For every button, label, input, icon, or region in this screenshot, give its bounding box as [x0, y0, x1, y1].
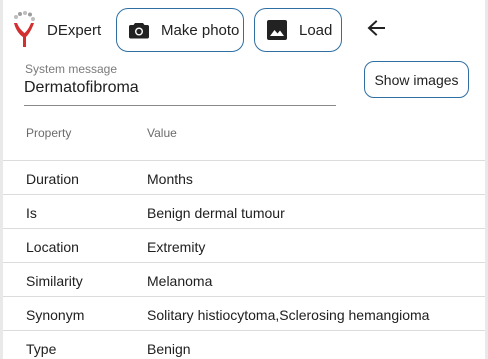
row-value: Solitary histiocytoma,Sclerosing hemangi… — [147, 307, 430, 323]
row-value: Benign — [147, 341, 191, 357]
make-photo-label: Make photo — [161, 21, 240, 39]
row-value: Months — [147, 171, 193, 187]
back-button[interactable] — [362, 16, 390, 44]
table-header: Property Value — [3, 112, 485, 161]
system-message-value: Dermatofibroma — [24, 79, 139, 96]
camera-icon — [128, 19, 150, 41]
show-images-button[interactable]: Show images — [364, 61, 469, 98]
load-button[interactable]: Load — [254, 8, 342, 52]
load-label: Load — [299, 21, 333, 39]
row-property: Location — [26, 239, 79, 255]
table-row: Similarity Melanoma — [3, 263, 485, 297]
row-value: Extremity — [147, 239, 206, 255]
system-message-field[interactable]: System message Dermatofibroma — [24, 61, 336, 106]
table-row: Is Benign dermal tumour — [3, 195, 485, 229]
table-row: Type Benign — [3, 331, 485, 359]
make-photo-button[interactable]: Make photo — [116, 8, 244, 52]
header-value: Value — [147, 126, 177, 140]
dexpert-logo — [10, 11, 38, 49]
arrow-left-icon — [367, 19, 385, 41]
table-row: Location Extremity — [3, 229, 485, 263]
image-icon — [266, 19, 288, 41]
row-property: Synonym — [26, 307, 85, 323]
row-property: Duration — [26, 171, 79, 187]
app-title: DExpert — [47, 22, 102, 39]
row-property: Similarity — [26, 273, 83, 289]
table-row: Synonym Solitary histiocytoma,Sclerosing… — [3, 297, 485, 331]
header-property: Property — [26, 126, 72, 140]
top-bar: DExpert Make photo Load — [0, 0, 488, 60]
table-row: Duration Months — [3, 161, 485, 195]
row-property: Type — [26, 341, 57, 357]
row-value: Benign dermal tumour — [147, 205, 285, 221]
row-property: Is — [26, 205, 37, 221]
properties-table: Property Value Duration Months Is Benign… — [3, 112, 485, 359]
system-message-label: System message — [25, 62, 118, 76]
row-value: Melanoma — [147, 273, 213, 289]
